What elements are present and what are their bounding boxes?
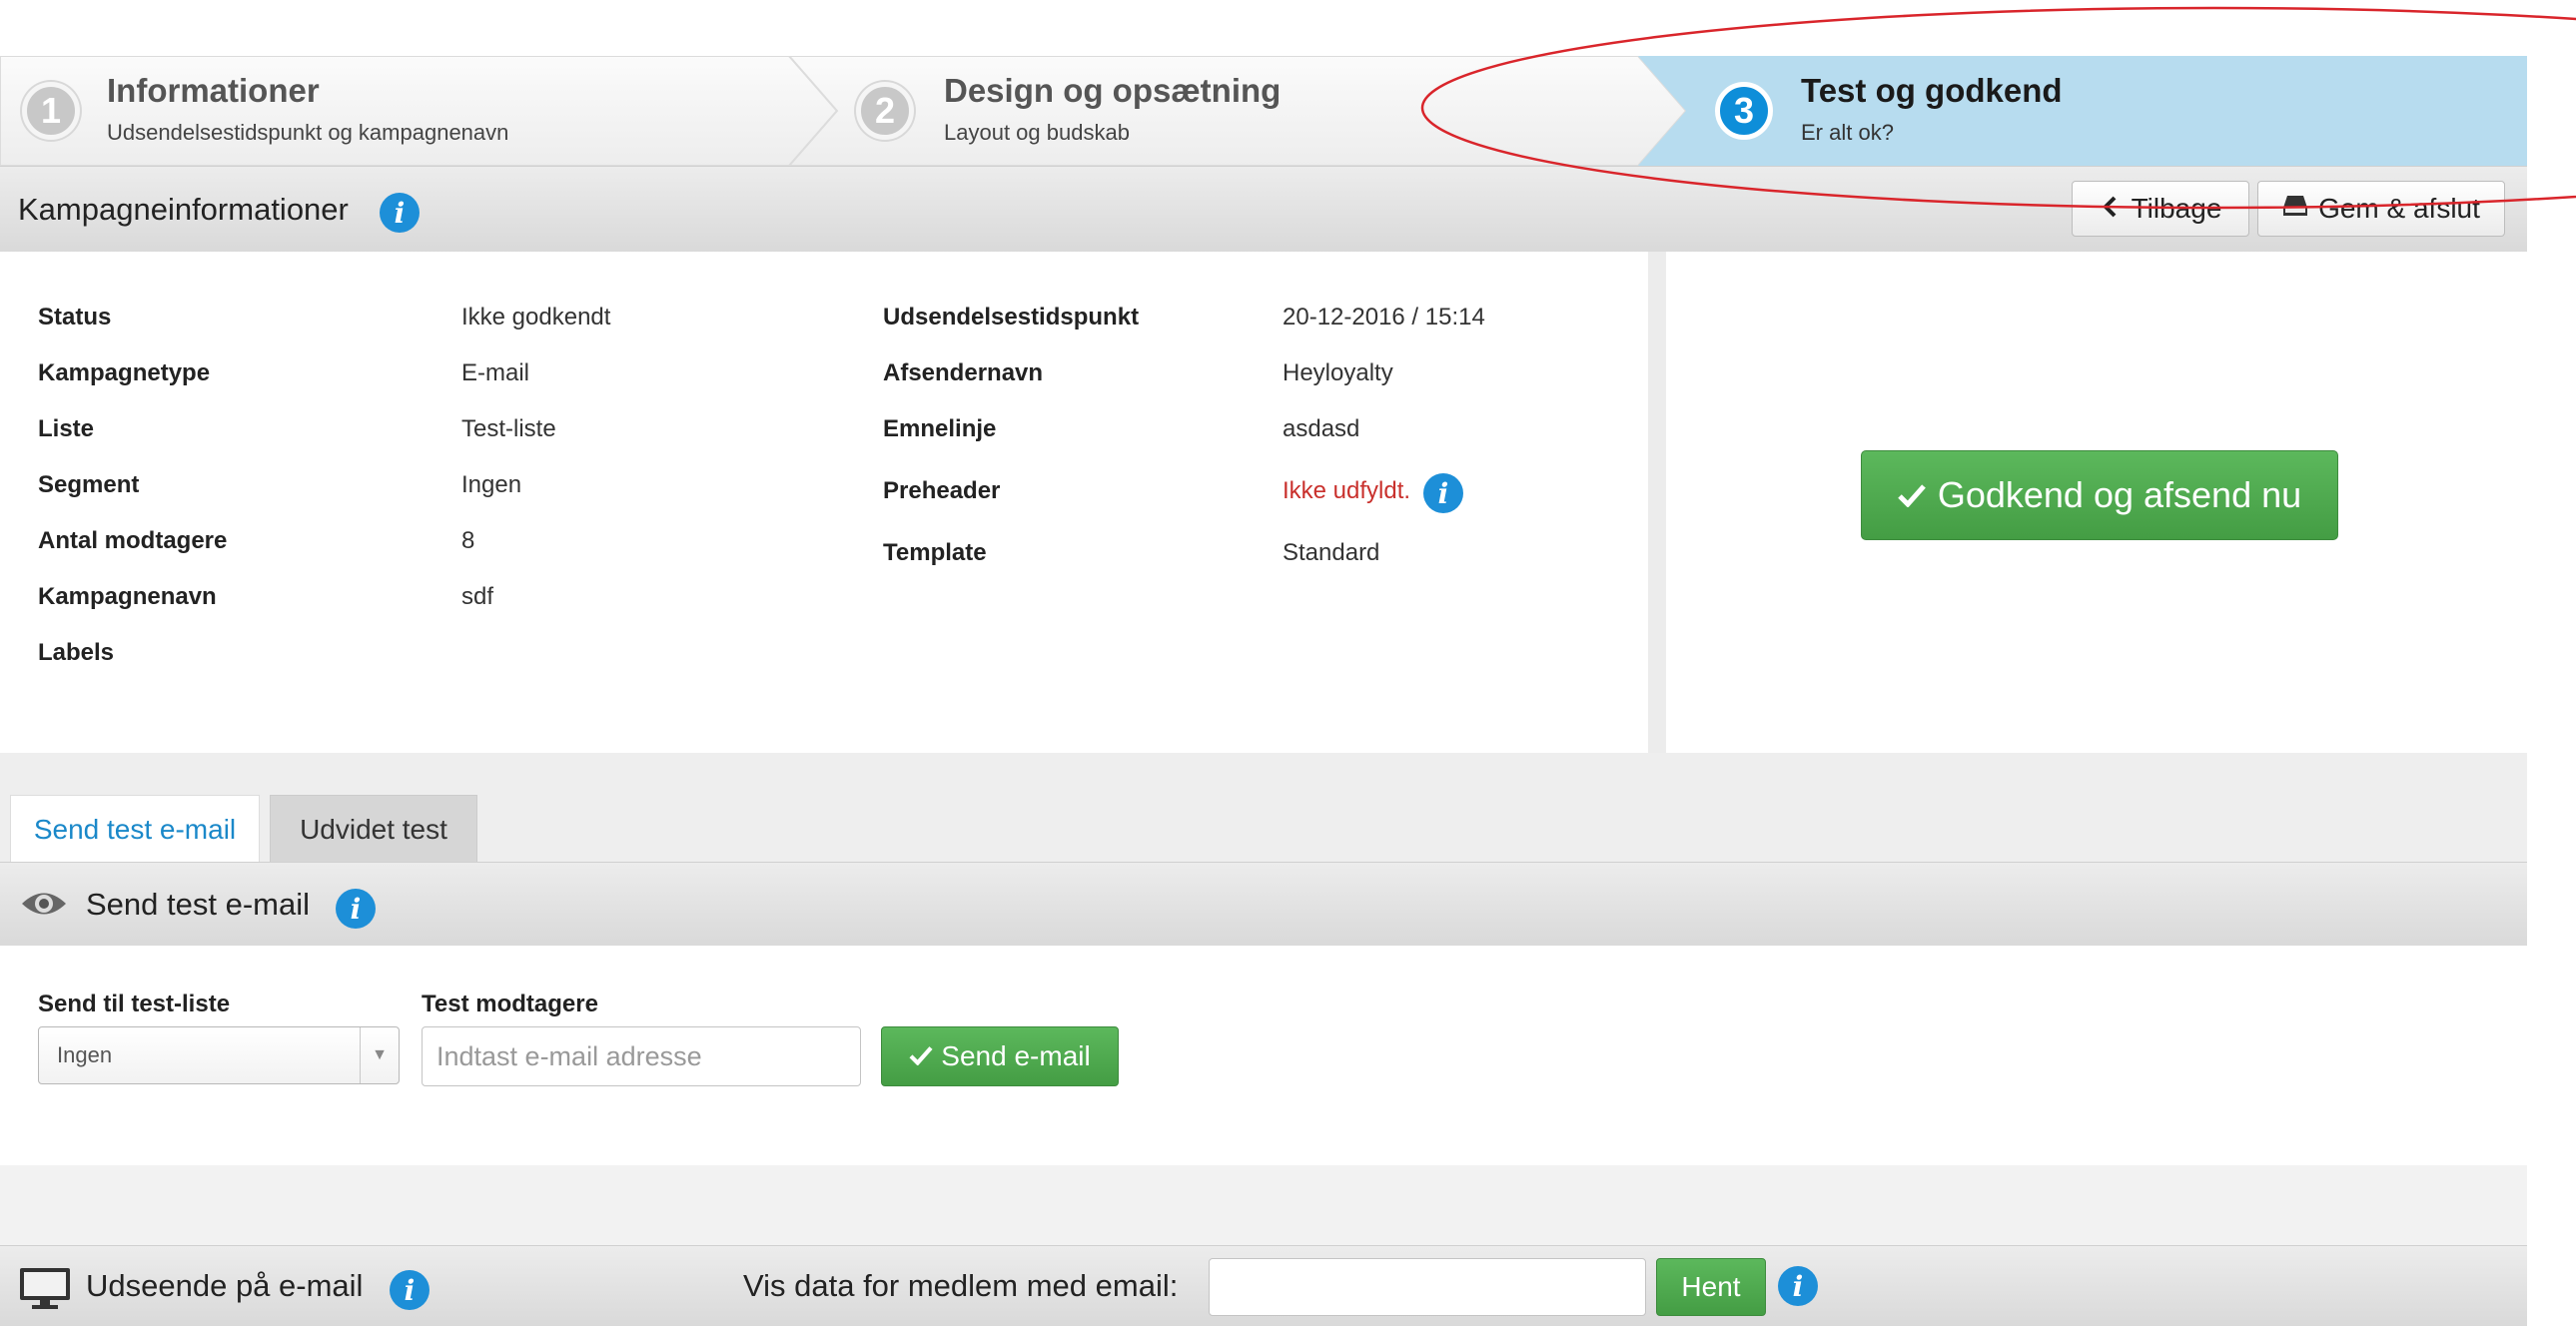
campaign-info-panel: Status Ikke godkendt Kampagnetype E-mail…: [0, 252, 1648, 753]
campaign-info-header: Kampagneinformationer i Tilbage Gem & af…: [0, 166, 2527, 254]
section-title: Udseende på e-mail: [86, 1268, 364, 1303]
wizard-steps: 1 Informationer Udsendelsestidspunkt og …: [0, 56, 2527, 166]
chevron-left-icon: [2100, 193, 2122, 225]
select-value: Ingen: [57, 1042, 113, 1067]
caret-down-icon: ▼: [360, 1027, 399, 1083]
info-icon[interactable]: i: [1778, 1266, 1818, 1306]
fetch-button[interactable]: Hent: [1656, 1258, 1766, 1316]
info-value-campaign-name: sdf: [461, 583, 494, 610]
inbox-tray-icon: [2282, 193, 2308, 225]
email-appearance-header: Udseende på e-mail i Vis data for medlem…: [0, 1245, 2527, 1326]
info-label-recipients: Antal modtagere: [38, 527, 228, 554]
step-title: Design og opsætning: [944, 72, 1282, 109]
info-value-status: Ikke godkendt: [461, 304, 611, 331]
test-list-select[interactable]: Ingen ▼: [38, 1026, 400, 1084]
info-value-subject: asdasd: [1283, 415, 1360, 442]
info-label-preheader: Preheader: [883, 477, 1001, 504]
info-label-list: Liste: [38, 415, 95, 442]
eye-icon: [20, 889, 68, 924]
wizard-step-2[interactable]: 2 Design og opsætning Layout og budskab: [834, 56, 1633, 166]
send-email-label: Send e-mail: [941, 1040, 1091, 1071]
section-title: Send test e-mail: [86, 887, 310, 922]
info-value-preheader: Ikke udfyldt.: [1283, 477, 1411, 504]
test-recipients-input[interactable]: [422, 1026, 861, 1086]
info-icon[interactable]: i: [336, 889, 376, 929]
app-root: 1 Informationer Udsendelsestidspunkt og …: [0, 0, 2576, 1326]
test-recipients-label: Test modtagere: [422, 991, 598, 1017]
check-icon: [1898, 474, 1926, 516]
wizard-step-1[interactable]: 1 Informationer Udsendelsestidspunkt og …: [0, 56, 789, 166]
step-title: Test og godkend: [1801, 72, 2063, 109]
info-label-send-time: Udsendelsestidspunkt: [883, 304, 1140, 331]
info-icon[interactable]: i: [390, 1270, 429, 1310]
step-title: Informationer: [107, 72, 320, 109]
section-spacer: [0, 1165, 2527, 1245]
check-icon: [909, 1040, 933, 1072]
tab-send-test-email[interactable]: Send test e-mail: [10, 795, 260, 863]
member-email-input[interactable]: [1209, 1258, 1646, 1316]
info-label-segment: Segment: [38, 471, 140, 498]
info-value-list: Test-liste: [461, 415, 556, 442]
info-label-status: Status: [38, 304, 112, 331]
step-subtitle: Udsendelsestidspunkt og kampagnenavn: [107, 120, 509, 145]
info-label-sender-name: Afsendernavn: [883, 359, 1044, 386]
step-number-badge: 3: [1715, 82, 1773, 140]
monitor-icon: [18, 1266, 72, 1315]
send-test-header: Send test e-mail i: [0, 862, 2527, 948]
info-value-segment: Ingen: [461, 471, 522, 498]
member-data-label: Vis data for medlem med email:: [743, 1268, 1179, 1303]
step-number-badge: 1: [22, 82, 80, 140]
info-label-template: Template: [883, 539, 987, 566]
step-number-badge: 2: [856, 82, 914, 140]
info-label-type: Kampagnetype: [38, 359, 211, 386]
info-value-send-time: 20-12-2016 / 15:14: [1283, 304, 1485, 331]
step-subtitle: Layout og budskab: [944, 120, 1130, 145]
back-button[interactable]: Tilbage: [2072, 181, 2249, 237]
wizard-step-3[interactable]: 3 Test og godkend Er alt ok?: [1693, 56, 2522, 166]
panel-divider: [1648, 252, 1666, 753]
info-label-subject: Emnelinje: [883, 415, 997, 442]
test-list-label: Send til test-liste: [38, 991, 231, 1017]
info-value-template: Standard: [1283, 539, 1380, 566]
info-value-sender-name: Heyloyalty: [1283, 359, 1393, 386]
step-subtitle: Er alt ok?: [1801, 120, 1894, 145]
save-button-label: Gem & afslut: [2318, 193, 2480, 224]
tab-extended-test[interactable]: Udvidet test: [270, 795, 477, 863]
save-and-close-button[interactable]: Gem & afslut: [2257, 181, 2505, 237]
info-icon[interactable]: i: [380, 193, 420, 233]
info-value-type: E-mail: [461, 359, 530, 386]
info-value-recipients: 8: [461, 527, 475, 554]
approve-and-send-button[interactable]: Godkend og afsend nu: [1861, 450, 2338, 540]
approve-button-label: Godkend og afsend nu: [1937, 474, 2302, 515]
info-icon[interactable]: i: [1423, 473, 1463, 513]
section-title: Kampagneinformationer: [18, 192, 349, 227]
info-label-campaign-name: Kampagnenavn: [38, 583, 217, 610]
fetch-button-label: Hent: [1681, 1271, 1741, 1302]
info-label-labels: Labels: [38, 639, 115, 666]
send-email-button[interactable]: Send e-mail: [881, 1026, 1119, 1086]
back-button-label: Tilbage: [2131, 193, 2222, 224]
